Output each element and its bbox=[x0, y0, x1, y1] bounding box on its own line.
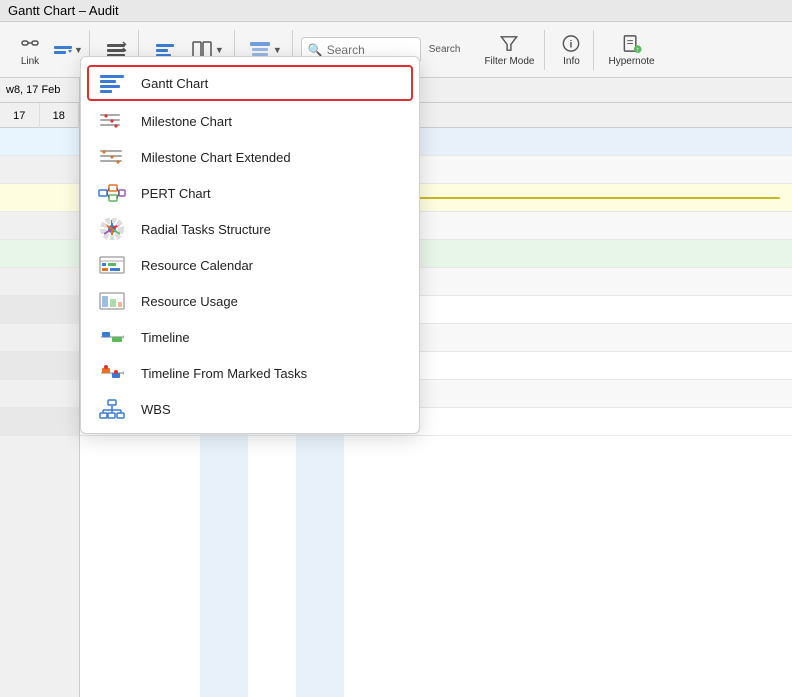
hypernote-group: ↑ Hypernote bbox=[598, 30, 664, 70]
svg-text:i: i bbox=[570, 38, 573, 50]
day-17: 17 bbox=[0, 103, 40, 128]
info-group: i Info bbox=[549, 30, 594, 70]
left-row-4 bbox=[0, 212, 79, 240]
link-icon bbox=[19, 32, 41, 54]
search-input[interactable] bbox=[327, 43, 417, 57]
left-row-3 bbox=[0, 184, 79, 212]
dropdown-item-pert-chart[interactable]: PERT Chart bbox=[81, 175, 419, 211]
hypernote-button[interactable]: ↑ Hypernote bbox=[602, 31, 660, 69]
milestone-chart-label: Milestone Chart bbox=[141, 114, 232, 129]
dropdown-item-timeline-marked[interactable]: Timeline From Marked Tasks bbox=[81, 355, 419, 391]
week1-label-left: w8, 17 Feb bbox=[0, 78, 79, 103]
timeline-icon bbox=[97, 325, 127, 349]
resource-calendar-label: Resource Calendar bbox=[141, 258, 253, 273]
left-panel-header: w8, 17 Feb 17 18 bbox=[0, 78, 79, 128]
dropdown-item-gantt-chart[interactable]: Gantt Chart bbox=[87, 65, 413, 101]
left-row-5 bbox=[0, 240, 79, 268]
title-text: Gantt Chart – Audit bbox=[8, 3, 119, 18]
hypernote-label: Hypernote bbox=[608, 56, 654, 67]
resource-calendar-icon bbox=[97, 253, 127, 277]
pert-chart-icon bbox=[97, 181, 127, 205]
dropdown-item-milestone-chart[interactable]: Milestone Chart bbox=[81, 103, 419, 139]
info-label: Info bbox=[563, 56, 580, 67]
title-bar: Gantt Chart – Audit bbox=[0, 0, 792, 22]
resource-usage-icon bbox=[97, 289, 127, 313]
left-row-10 bbox=[0, 380, 79, 408]
timeline-marked-label: Timeline From Marked Tasks bbox=[141, 366, 307, 381]
left-row-6 bbox=[0, 268, 79, 296]
link-button[interactable]: Link bbox=[12, 31, 48, 69]
wbs-label: WBS bbox=[141, 402, 171, 417]
day-18: 18 bbox=[40, 103, 80, 128]
timeline-marked-icon bbox=[97, 361, 127, 385]
radial-tasks-label: Radial Tasks Structure bbox=[141, 222, 271, 237]
dropdown-item-resource-usage[interactable]: Resource Usage bbox=[81, 283, 419, 319]
left-panel: w8, 17 Feb 17 18 bbox=[0, 78, 80, 697]
left-row-1 bbox=[0, 128, 79, 156]
radial-tasks-icon bbox=[97, 217, 127, 241]
dropdown-item-milestone-chart-extended[interactable]: Milestone Chart Extended bbox=[81, 139, 419, 175]
search-toolbar-label: Search bbox=[423, 42, 467, 57]
dropdown-item-radial-tasks[interactable]: Radial Tasks Structure bbox=[81, 211, 419, 247]
left-row-8 bbox=[0, 324, 79, 352]
dropdown-item-timeline[interactable]: Timeline bbox=[81, 319, 419, 355]
timeline-label: Timeline bbox=[141, 330, 190, 345]
svg-text:↑: ↑ bbox=[635, 45, 639, 54]
info-button[interactable]: i Info bbox=[553, 31, 589, 69]
search-icon: 🔍 bbox=[308, 43, 323, 57]
left-row-2 bbox=[0, 156, 79, 184]
filter-mode-label: Filter Mode bbox=[484, 56, 534, 67]
milestone-chart-icon bbox=[97, 109, 127, 133]
dropdown-item-resource-calendar[interactable]: Resource Calendar bbox=[81, 247, 419, 283]
pert-chart-label: PERT Chart bbox=[141, 186, 211, 201]
left-row-11 bbox=[0, 408, 79, 436]
dropdown-item-wbs[interactable]: WBS bbox=[81, 391, 419, 427]
filter-mode-group: Filter Mode bbox=[474, 30, 545, 70]
left-row-9 bbox=[0, 352, 79, 380]
gantt-chart-label: Gantt Chart bbox=[141, 76, 208, 91]
chart-type-dropdown: Gantt Chart Milestone Chart bbox=[80, 56, 420, 434]
wbs-icon bbox=[97, 397, 127, 421]
milestone-chart-extended-label: Milestone Chart Extended bbox=[141, 150, 291, 165]
link-group: Link ▼ bbox=[8, 30, 90, 70]
link-label: Link bbox=[21, 56, 39, 67]
filter-mode-button[interactable]: Filter Mode bbox=[478, 31, 540, 69]
resource-usage-label: Resource Usage bbox=[141, 294, 238, 309]
left-row-7 bbox=[0, 296, 79, 324]
left-panel-days: 17 18 bbox=[0, 103, 79, 128]
milestone-chart-extended-icon bbox=[97, 145, 127, 169]
gantt-chart-icon bbox=[97, 71, 127, 95]
